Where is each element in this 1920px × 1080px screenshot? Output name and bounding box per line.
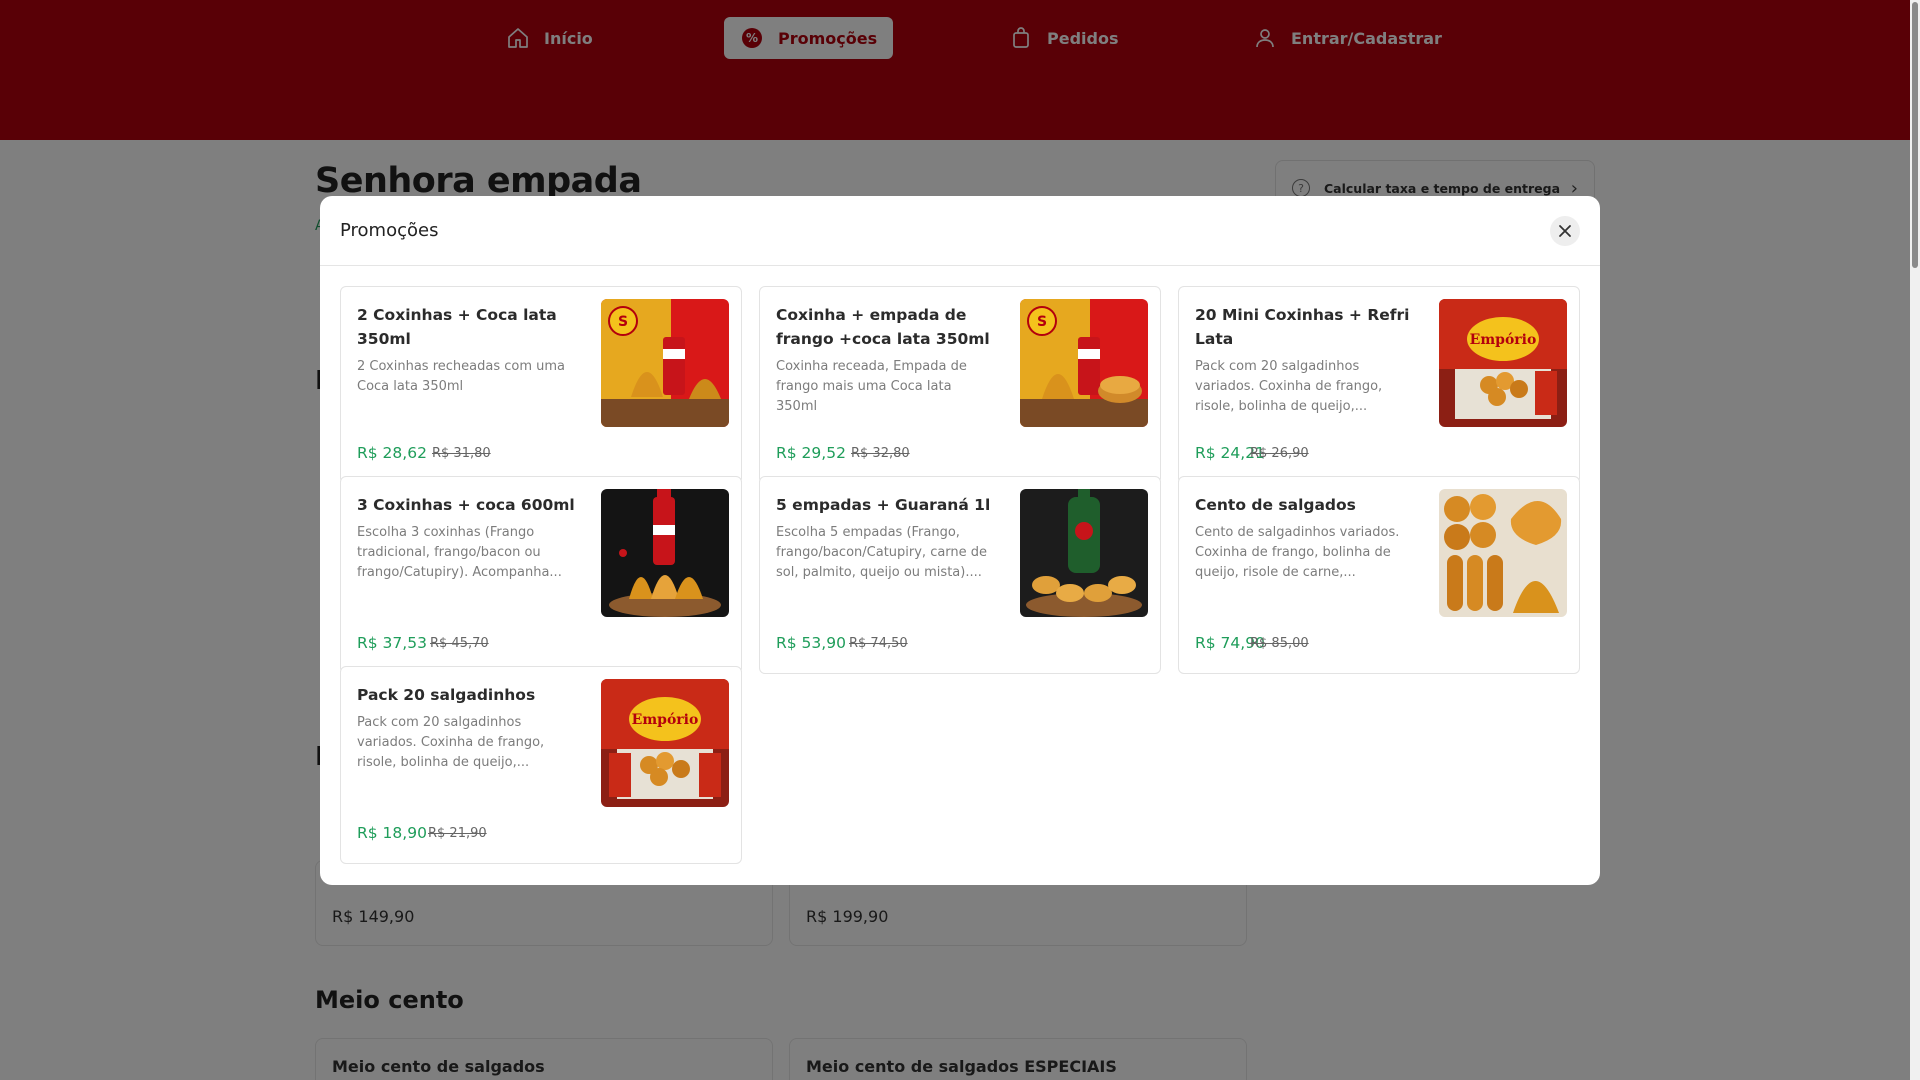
promo-description: Pack com 20 salgadinhos variados. Coxinh… [1195,359,1383,414]
promo-image: S [1020,299,1148,427]
promo-image: Empório [1439,299,1567,427]
promo-title: Cento de salgados [1195,496,1356,514]
promo-title: Coxinha + empada de frango +coca lata 35… [776,306,990,348]
promo-title: 2 Coxinhas + Coca lata 350ml [357,306,557,348]
promo-price: R$ 53,90 [776,634,846,652]
promo-price: R$ 18,90 [357,824,427,842]
promo-card[interactable]: Coxinha + empada de frango +coca lata 35… [759,286,1161,484]
promo-image: Empório [601,679,729,807]
promo-old-price: R$ 21,90 [428,826,487,841]
promo-card[interactable]: 20 Mini Coxinhas + Refri Lata Pack com 2… [1178,286,1580,484]
promo-old-price: R$ 45,70 [430,636,489,651]
promo-image: S [601,299,729,427]
promo-image [601,489,729,617]
promo-old-price: R$ 32,80 [851,446,910,461]
promo-card[interactable]: Pack 20 salgadinhos Pack com 20 salgadin… [340,666,742,864]
promo-card[interactable]: 5 empadas + Guaraná 1l Escolha 5 empadas… [759,476,1161,674]
promo-card[interactable]: 2 Coxinhas + Coca lata 350ml 2 Coxinhas … [340,286,742,484]
promo-price: R$ 37,53 [357,634,427,652]
promo-card[interactable]: Cento de salgados Cento de salgadinhos v… [1178,476,1580,674]
scrollbar-thumb[interactable] [1912,2,1918,268]
promo-description: Escolha 5 empadas (Frango, frango/bacon/… [776,525,988,580]
promotions-modal: Promoções 2 Coxinhas + Coca lata 350ml 2… [320,196,1600,885]
promo-old-price: R$ 31,80 [432,446,491,461]
promo-title: 3 Coxinhas + coca 600ml [357,496,575,514]
promo-title: 5 empadas + Guaraná 1l [776,496,991,514]
svg-text:Empório: Empório [632,712,699,728]
svg-text:Empório: Empório [1470,332,1537,348]
promo-card[interactable]: 3 Coxinhas + coca 600ml Escolha 3 coxinh… [340,476,742,674]
promo-description: 2 Coxinhas recheadas com uma Coca lata 3… [357,359,565,394]
promo-old-price: R$ 26,90 [1250,446,1309,461]
promo-old-price: R$ 85,00 [1250,636,1309,651]
promo-description: Coxinha receada, Empada de frango mais u… [776,359,967,414]
promo-price: R$ 28,62 [357,444,427,462]
promo-old-price: R$ 74,50 [849,636,908,651]
promo-description: Escolha 3 coxinhas (Frango tradicional, … [357,525,562,580]
promo-price: R$ 29,52 [776,444,846,462]
modal-header: Promoções [320,196,1600,266]
promo-title: Pack 20 salgadinhos [357,686,536,704]
modal-title: Promoções [340,220,439,241]
promo-image [1439,489,1567,617]
close-icon [1559,225,1571,237]
svg-text:S: S [618,314,628,330]
close-button[interactable] [1550,216,1580,246]
promo-title: 20 Mini Coxinhas + Refri Lata [1195,306,1410,348]
promo-description: Cento de salgadinhos variados. Coxinha d… [1195,525,1400,580]
svg-text:S: S [1037,314,1047,330]
promo-image [1020,489,1148,617]
page-scrollbar[interactable] [1910,0,1920,1080]
promo-description: Pack com 20 salgadinhos variados. Coxinh… [357,715,545,770]
